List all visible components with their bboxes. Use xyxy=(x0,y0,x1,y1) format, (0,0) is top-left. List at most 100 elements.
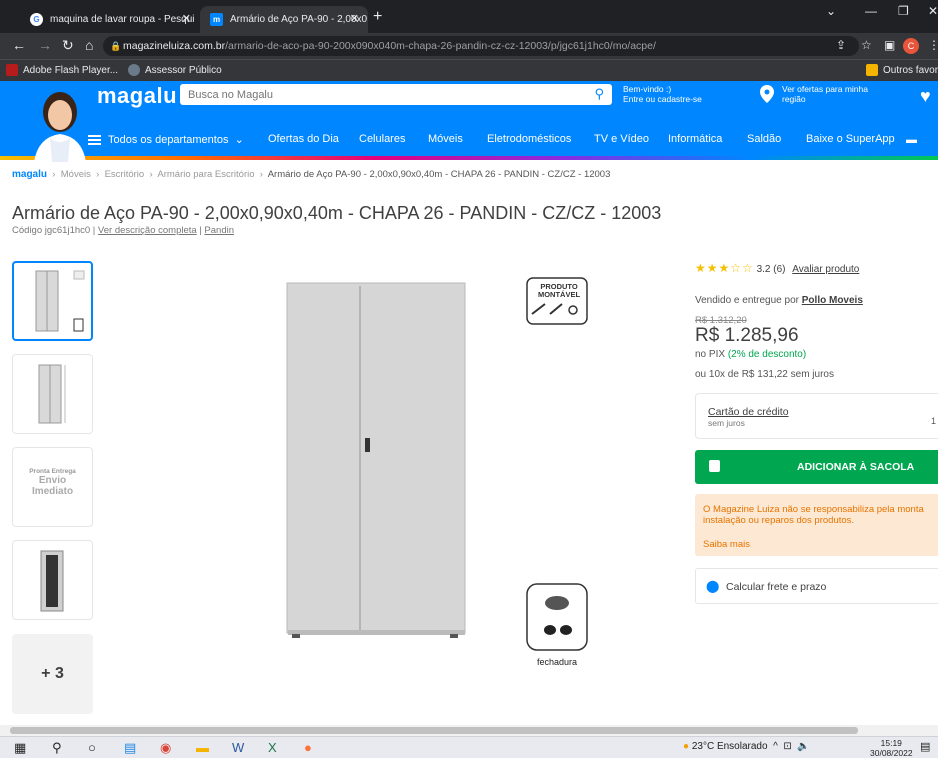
reload-icon[interactable]: ↻ xyxy=(62,37,74,54)
tab-search-chevron-icon[interactable]: ⌄ xyxy=(826,4,836,18)
excel-icon[interactable]: X xyxy=(268,740,277,755)
nav-eletrodomesticos[interactable]: Eletrodomésticos xyxy=(487,133,571,145)
nav-all-departments[interactable]: Todos os departamentos ⌄ xyxy=(108,133,244,146)
url-path: /armario-de-aco-pa-90-200x090x040m-chapa… xyxy=(225,40,656,52)
breadcrumb-item[interactable]: Móveis xyxy=(61,169,91,180)
home-icon[interactable]: ⌂ xyxy=(85,37,93,53)
minimize-icon[interactable]: — xyxy=(865,4,877,18)
card-sub: sem juros xyxy=(708,418,745,428)
address-bar[interactable]: 🔒 magazineluiza.com.br/armario-de-aco-pa… xyxy=(103,36,859,56)
search-icon[interactable]: ⚲ xyxy=(52,740,62,756)
add-to-bag-label: ADICIONAR À SACOLA xyxy=(797,461,915,473)
bookmark-flash[interactable]: Adobe Flash Player... xyxy=(6,64,118,76)
bookmark-assessor[interactable]: Assessor Público xyxy=(128,64,222,76)
close-tab-icon[interactable]: ✕ xyxy=(182,12,191,25)
flash-icon xyxy=(6,64,18,76)
welcome-text: Bem-vindo :) xyxy=(623,84,672,94)
hamburger-icon[interactable] xyxy=(88,135,101,145)
bookmark-star-icon[interactable]: ☆ xyxy=(861,38,872,52)
browser-toolbar: ← → ↻ ⌂ 🔒 magazineluiza.com.br/armario-d… xyxy=(0,33,938,59)
credit-card-icon[interactable]: ▬ xyxy=(906,134,917,146)
windows-start-icon[interactable]: ▦ xyxy=(14,740,26,756)
breadcrumb-item[interactable]: Armário para Escritório xyxy=(157,169,254,180)
scrollbar-thumb[interactable] xyxy=(10,727,858,734)
nav-informatica[interactable]: Informática xyxy=(668,133,722,145)
full-description-link[interactable]: Ver descrição completa xyxy=(98,225,197,236)
lock-keys-icon xyxy=(526,583,588,651)
cabinet-dimensions-image xyxy=(38,364,66,424)
location-pin-icon: ⬤ xyxy=(706,579,720,593)
chrome-icon[interactable]: ◉ xyxy=(160,740,171,756)
offers-region-text: região xyxy=(782,94,806,104)
magalu-logo[interactable]: magalu xyxy=(97,83,177,109)
restore-icon[interactable]: ❐ xyxy=(898,4,909,18)
new-tab-button[interactable]: + xyxy=(373,8,382,26)
back-icon[interactable]: ← xyxy=(12,37,26,53)
product-main-image[interactable] xyxy=(200,256,600,676)
offers-text: Ver ofertas para minha xyxy=(782,84,868,94)
cabinet-thumbnail-image xyxy=(35,270,85,332)
seller-link[interactable]: Pollo Moveis xyxy=(802,295,863,306)
close-window-icon[interactable]: ✕ xyxy=(928,4,938,18)
word-icon[interactable]: W xyxy=(232,740,244,755)
nav-celulares[interactable]: Celulares xyxy=(359,133,405,145)
tray-chevron-icon[interactable]: ^ xyxy=(773,741,778,752)
tab-google-search[interactable]: G maquina de lavar roupa - Pesqui ✕ xyxy=(20,6,200,33)
learn-more-link[interactable]: Saiba mais xyxy=(703,539,750,550)
volume-icon[interactable]: 🔈 xyxy=(797,741,809,752)
nav-tv-e-video[interactable]: TV e Vídeo xyxy=(594,133,649,145)
brand-link[interactable]: Pandin xyxy=(204,225,234,236)
menu-icon[interactable]: ⋮ xyxy=(928,38,938,52)
add-to-bag-button[interactable]: ADICIONAR À SACOLA xyxy=(695,450,938,484)
nav-baixe-superapp[interactable]: Baixe o SuperApp xyxy=(806,133,895,145)
thumbnail-4[interactable] xyxy=(12,540,93,620)
close-tab-icon[interactable]: ✕ xyxy=(350,12,359,25)
forward-icon[interactable]: → xyxy=(38,37,52,53)
globe-icon xyxy=(128,64,140,76)
file-explorer-icon[interactable]: ▬ xyxy=(196,740,209,755)
account-link[interactable]: Bem-vindo :) Entre ou cadastre-se xyxy=(623,84,702,104)
side-panel-icon[interactable]: ▣ xyxy=(884,38,895,52)
other-bookmarks[interactable]: Outros favoritos xyxy=(866,64,938,76)
delivery-badge: Pronta Entrega Envio Imediato xyxy=(19,468,86,497)
breadcrumb-home[interactable]: magalu xyxy=(12,169,47,180)
price: R$ 1.285,96 xyxy=(695,325,799,346)
thumbnail-1[interactable] xyxy=(12,261,93,341)
page-title: Armário de Aço PA-90 - 2,00x0,90x0,40m -… xyxy=(12,203,662,223)
google-icon: G xyxy=(30,13,43,26)
thumbnail-2[interactable] xyxy=(12,354,93,434)
task-view-icon[interactable]: ○ xyxy=(88,740,96,755)
network-icon[interactable]: ⊡ xyxy=(783,741,791,752)
horizontal-scrollbar[interactable] xyxy=(0,725,938,736)
search-box: ⚲ xyxy=(180,84,612,105)
tab-magalu-product[interactable]: m Armário de Aço PA-90 - 2,00x0,9 ✕ xyxy=(200,6,368,33)
badge-line-2: MONTÁVEL xyxy=(537,290,581,299)
regional-offers-link[interactable]: Ver ofertas para minha região xyxy=(782,84,882,104)
rating-row: ★★★☆☆ 3.2 (6) Avaliar produto xyxy=(695,261,859,275)
thumbnail-3[interactable]: Pronta Entrega Envio Imediato xyxy=(12,447,93,527)
firefox-icon[interactable]: ● xyxy=(304,740,312,755)
taskbar-app-icon[interactable]: ▤ xyxy=(124,740,136,756)
header-color-band xyxy=(0,156,938,160)
nav-ofertas-do-dia[interactable]: Ofertas do Dia xyxy=(268,133,339,145)
share-icon[interactable]: ⇪ xyxy=(836,38,846,52)
shipping-calculator[interactable]: ⬤ Calcular frete e prazo xyxy=(695,568,938,604)
search-icon[interactable]: ⚲ xyxy=(594,86,604,102)
rating-text: 3.2 (6) xyxy=(756,264,786,275)
location-pin-icon[interactable] xyxy=(760,85,774,103)
payment-option-card[interactable]: Cartão de crédito sem juros 1 xyxy=(695,393,938,439)
weather-text[interactable]: 23°C Ensolarado xyxy=(692,741,768,752)
notifications-icon[interactable]: ▤ xyxy=(920,740,930,753)
nav-saldao[interactable]: Saldão xyxy=(747,133,781,145)
tab-title: maquina de lavar roupa - Pesqui xyxy=(50,14,195,25)
clock-date: 30/08/2022 xyxy=(870,748,913,758)
search-input[interactable] xyxy=(180,84,580,105)
more-images-button[interactable]: + 3 xyxy=(12,634,93,714)
nav-moveis[interactable]: Móveis xyxy=(428,133,463,145)
tab-title: Armário de Aço PA-90 - 2,00x0,9 xyxy=(230,14,368,25)
profile-avatar[interactable]: C xyxy=(903,38,919,54)
favorites-heart-icon[interactable]: ♥ xyxy=(920,86,931,107)
rate-product-link[interactable]: Avaliar produto xyxy=(792,264,859,275)
system-clock[interactable]: 15:19 30/08/2022 xyxy=(870,738,913,758)
breadcrumb-item[interactable]: Escritório xyxy=(105,169,145,180)
